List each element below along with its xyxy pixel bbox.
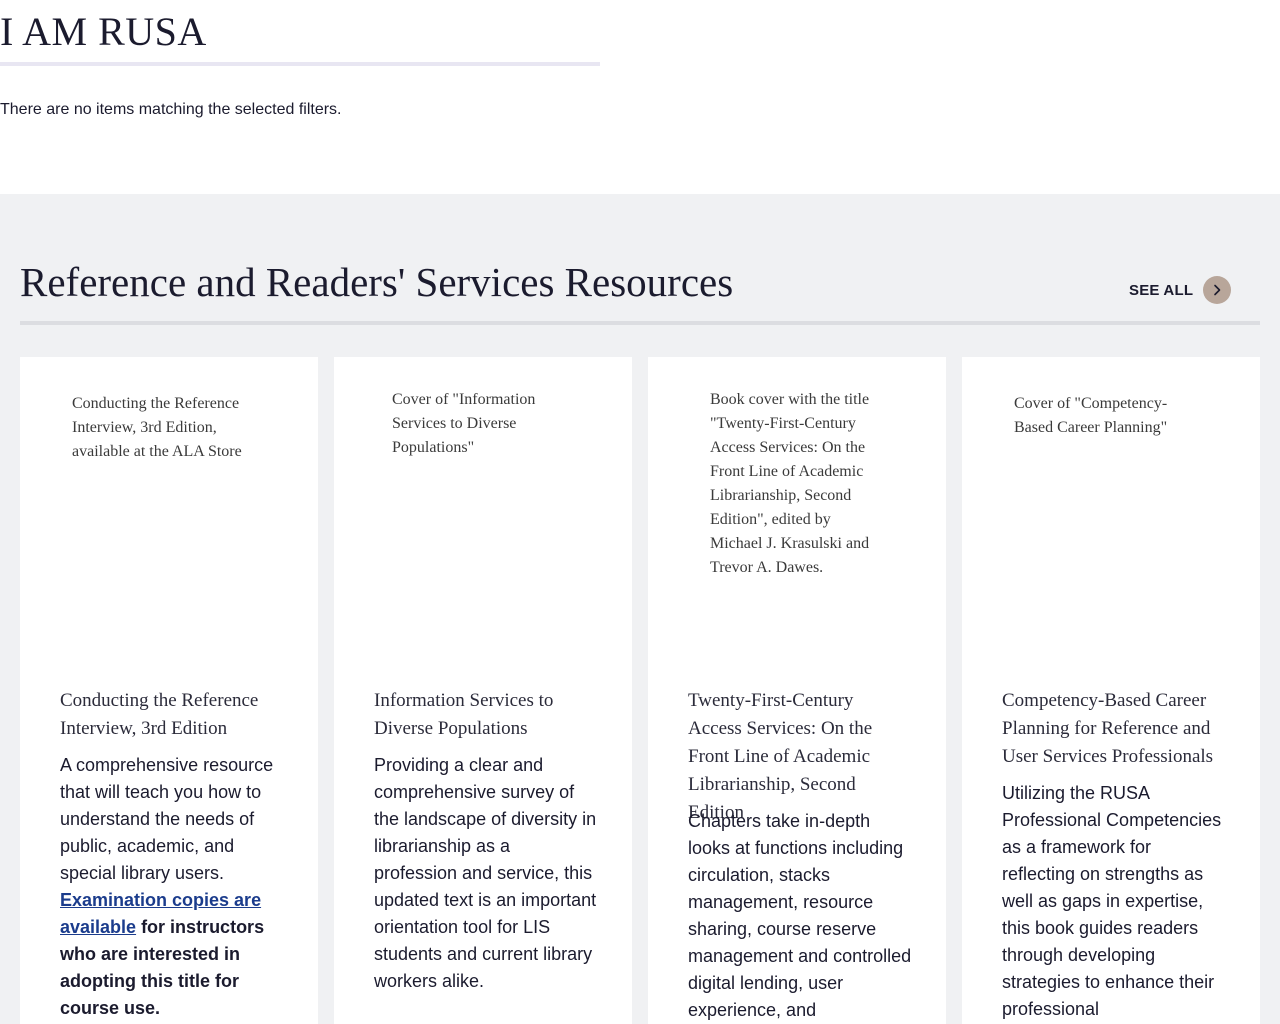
resource-cards: Conducting the Reference Interview, 3rd … [20,357,1260,1024]
resource-card: Conducting the Reference Interview, 3rd … [20,357,318,1024]
empty-results-message: There are no items matching the selected… [0,101,342,118]
card-description-text: A comprehensive resource that will teach… [60,755,274,883]
chevron-right-icon [1203,276,1232,304]
card-title-link[interactable]: Conducting the Reference Interview, 3rd … [60,687,282,743]
card-description: Chapters take in-depth looks at function… [688,811,912,1020]
card-title-link[interactable]: Twenty-First-Century Access Services: On… [688,687,910,827]
page-header: I AM RUSA There are no items matching th… [0,0,1280,194]
page-title: I AM RUSA [0,9,207,54]
resource-card: Cover of "Information Services to Divers… [334,357,632,1024]
section-divider [20,321,1260,325]
card-description: Utilizing the RUSA Professional Competen… [1002,783,1222,1019]
section-heading: Reference and Readers' Services Resource… [20,259,734,305]
see-all-link[interactable]: SEE ALL [1129,276,1232,304]
card-description: A comprehensive resource that will teach… [60,752,284,1022]
book-cover-image[interactable]: Cover of "Competency-Based Career Planni… [1014,392,1200,440]
resource-card: Book cover with the title "Twenty-First-… [648,357,946,1024]
see-all-label: SEE ALL [1129,281,1194,299]
card-title-link[interactable]: Competency-Based Career Planning for Ref… [1002,687,1224,771]
card-description: Providing a clear and comprehensive surv… [374,755,597,991]
card-title-link[interactable]: Information Services to Diverse Populati… [374,687,596,743]
title-divider [0,62,600,66]
resources-section: Reference and Readers' Services Resource… [0,194,1280,1024]
book-cover-image[interactable]: Cover of "Information Services to Divers… [392,388,572,460]
resource-card: Cover of "Competency-Based Career Planni… [962,357,1260,1024]
book-cover-image[interactable]: Book cover with the title "Twenty-First-… [710,388,886,580]
book-cover-image[interactable]: Conducting the Reference Interview, 3rd … [72,392,272,464]
